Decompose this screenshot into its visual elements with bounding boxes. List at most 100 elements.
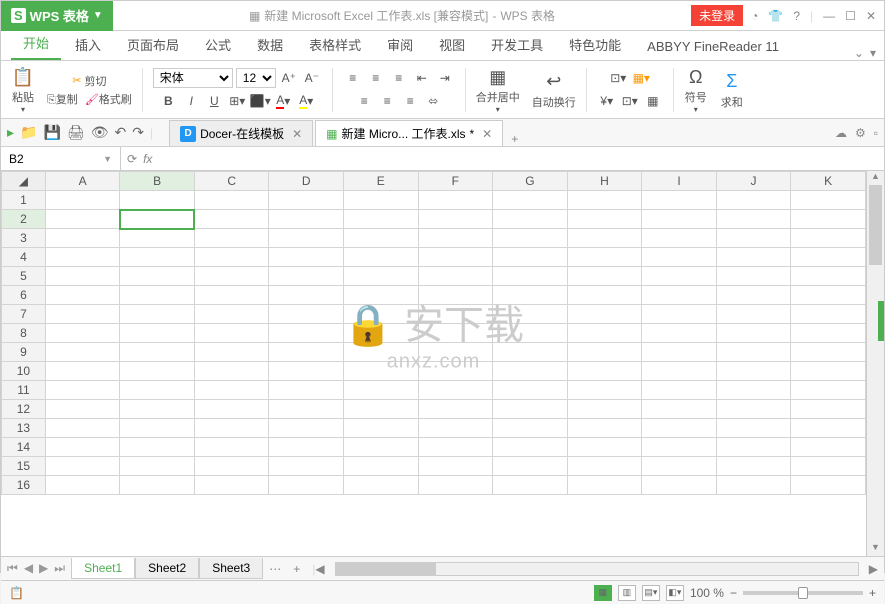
cell-G8[interactable] — [493, 324, 568, 343]
cell-H1[interactable] — [567, 191, 642, 210]
cell-G5[interactable] — [493, 267, 568, 286]
cell-J1[interactable] — [716, 191, 791, 210]
cell-C9[interactable] — [194, 343, 269, 362]
sheet-nav-prev-icon[interactable]: ◀ — [22, 561, 35, 576]
add-tab-button[interactable]: + — [505, 132, 524, 146]
cell-H16[interactable] — [567, 476, 642, 495]
cell-F14[interactable] — [418, 438, 493, 457]
cell-F5[interactable] — [418, 267, 493, 286]
cell-H5[interactable] — [567, 267, 642, 286]
cell-G10[interactable] — [493, 362, 568, 381]
scroll-up-icon[interactable]: ▲ — [867, 171, 884, 185]
tab-data[interactable]: 数据 — [245, 29, 295, 60]
col-header-A[interactable]: A — [45, 172, 120, 191]
font-name-select[interactable]: 宋体 — [153, 68, 233, 88]
undo-icon[interactable]: ↶ — [114, 124, 126, 141]
cell-A8[interactable] — [45, 324, 120, 343]
cell-D16[interactable] — [269, 476, 344, 495]
cell-style-button[interactable]: ▦▾ — [631, 68, 651, 88]
cell-G11[interactable] — [493, 381, 568, 400]
cell-H8[interactable] — [567, 324, 642, 343]
cell-E8[interactable] — [344, 324, 419, 343]
cell-H13[interactable] — [567, 419, 642, 438]
cell-C10[interactable] — [194, 362, 269, 381]
tab-start[interactable]: 开始 — [11, 27, 61, 60]
cell-B2[interactable] — [120, 210, 195, 229]
cell-G4[interactable] — [493, 248, 568, 267]
tab-page-layout[interactable]: 页面布局 — [115, 29, 191, 60]
cell-A15[interactable] — [45, 457, 120, 476]
cell-C4[interactable] — [194, 248, 269, 267]
format-painter-button[interactable]: 🖌格式刷 — [85, 91, 132, 107]
cell-J14[interactable] — [716, 438, 791, 457]
symbol-button[interactable]: Ω 符号▾ — [684, 65, 708, 114]
cell-F11[interactable] — [418, 381, 493, 400]
col-header-K[interactable]: K — [791, 172, 866, 191]
cell-F6[interactable] — [418, 286, 493, 305]
row-header-13[interactable]: 13 — [2, 419, 46, 438]
cell-J10[interactable] — [716, 362, 791, 381]
shirt-icon[interactable]: 👕 — [768, 9, 783, 23]
col-header-J[interactable]: J — [716, 172, 791, 191]
cell-A5[interactable] — [45, 267, 120, 286]
fx-button[interactable]: fx — [143, 152, 152, 166]
cell-J9[interactable] — [716, 343, 791, 362]
close-tab-icon[interactable]: ✕ — [292, 127, 302, 141]
percent-button[interactable]: ⊡▾ — [620, 91, 640, 111]
cell-B15[interactable] — [120, 457, 195, 476]
sheet-tab-3[interactable]: Sheet3 — [199, 558, 263, 579]
row-header-4[interactable]: 4 — [2, 248, 46, 267]
cell-A14[interactable] — [45, 438, 120, 457]
cut-button[interactable]: ✂剪切 — [72, 73, 106, 89]
cell-E2[interactable] — [344, 210, 419, 229]
cell-D7[interactable] — [269, 305, 344, 324]
cell-A6[interactable] — [45, 286, 120, 305]
underline-button[interactable]: U — [204, 91, 224, 111]
hscroll-left-icon[interactable]: ◀ — [315, 562, 324, 576]
cell-D15[interactable] — [269, 457, 344, 476]
tab-formulas[interactable]: 公式 — [193, 29, 243, 60]
cell-E10[interactable] — [344, 362, 419, 381]
cell-J6[interactable] — [716, 286, 791, 305]
cell-G16[interactable] — [493, 476, 568, 495]
cell-C11[interactable] — [194, 381, 269, 400]
cell-D2[interactable] — [269, 210, 344, 229]
cell-J7[interactable] — [716, 305, 791, 324]
cell-A2[interactable] — [45, 210, 120, 229]
italic-button[interactable]: I — [181, 91, 201, 111]
doc-tab-xls[interactable]: ▦ 新建 Micro... 工作表.xls * ✕ — [315, 120, 503, 146]
cell-I2[interactable] — [642, 210, 717, 229]
cell-H12[interactable] — [567, 400, 642, 419]
cell-C6[interactable] — [194, 286, 269, 305]
tab-devtools[interactable]: 开发工具 — [479, 29, 555, 60]
cell-D6[interactable] — [269, 286, 344, 305]
cell-D11[interactable] — [269, 381, 344, 400]
cell-A12[interactable] — [45, 400, 120, 419]
cell-G6[interactable] — [493, 286, 568, 305]
increase-font-button[interactable]: A⁺ — [279, 68, 299, 88]
cell-B14[interactable] — [120, 438, 195, 457]
tab-table-style[interactable]: 表格样式 — [297, 29, 373, 60]
font-size-select[interactable]: 12 — [236, 68, 276, 88]
align-middle-button[interactable]: ≡ — [366, 68, 386, 88]
cell-C13[interactable] — [194, 419, 269, 438]
cell-A13[interactable] — [45, 419, 120, 438]
fill-color-button[interactable]: ⬛▾ — [250, 91, 270, 111]
print-icon[interactable]: 🖨 — [67, 124, 85, 141]
cell-B7[interactable] — [120, 305, 195, 324]
cell-K12[interactable] — [791, 400, 866, 419]
zoom-slider[interactable] — [743, 591, 863, 595]
cell-I8[interactable] — [642, 324, 717, 343]
cell-C3[interactable] — [194, 229, 269, 248]
tab-abbyy[interactable]: ABBYY FineReader 11 — [635, 33, 791, 60]
cell-A10[interactable] — [45, 362, 120, 381]
print-preview-icon[interactable]: 👁 — [91, 124, 109, 141]
cell-E4[interactable] — [344, 248, 419, 267]
cell-E5[interactable] — [344, 267, 419, 286]
align-bottom-button[interactable]: ≡ — [389, 68, 409, 88]
cell-D9[interactable] — [269, 343, 344, 362]
ribbon-overflow-icon[interactable]: ▾ — [870, 46, 876, 60]
doc-tab-docer[interactable]: D Docer-在线模板 ✕ — [169, 120, 313, 146]
cell-C14[interactable] — [194, 438, 269, 457]
col-header-D[interactable]: D — [269, 172, 344, 191]
